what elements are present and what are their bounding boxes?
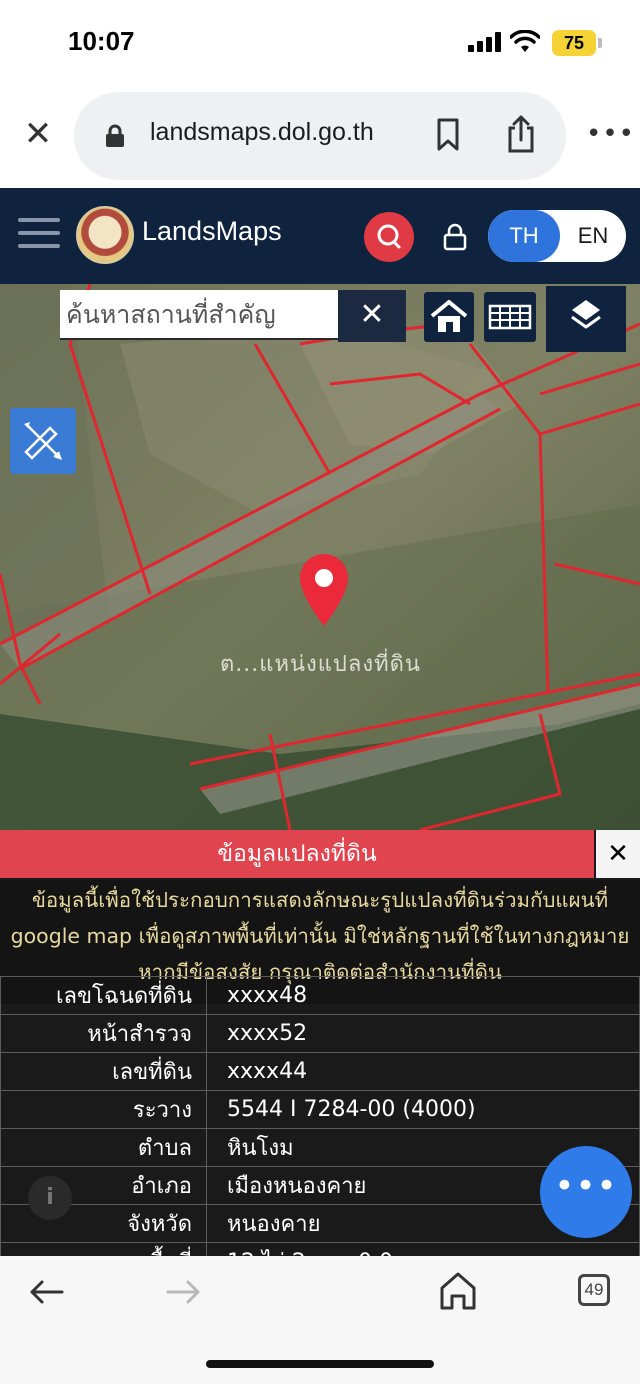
- info-icon[interactable]: i: [28, 1176, 72, 1220]
- row-value: 5544 I 7284-00 (4000): [206, 1090, 640, 1129]
- back-arrow-icon[interactable]: [26, 1276, 66, 1308]
- layers-icon: [571, 300, 601, 329]
- home-icon[interactable]: [438, 1270, 478, 1312]
- tabs-count-button[interactable]: 49: [578, 1274, 610, 1306]
- lang-th-option[interactable]: TH: [488, 210, 560, 262]
- panel-title: ข้อมูลแปลงที่ดิน: [0, 830, 594, 878]
- table-row: ตำบล หินโงม: [0, 1128, 640, 1167]
- menu-icon[interactable]: [18, 218, 60, 250]
- forward-arrow-icon[interactable]: [164, 1276, 204, 1308]
- wifi-icon: [510, 30, 540, 52]
- battery-tip: [598, 38, 602, 48]
- brand-name: LandsMaps: [142, 216, 282, 246]
- place-search-box[interactable]: [60, 290, 338, 340]
- table-row: เลขโฉนดที่ดิน xxxx48: [0, 976, 640, 1015]
- language-toggle[interactable]: TH EN: [488, 210, 626, 262]
- drawing-tool-button[interactable]: [10, 408, 76, 474]
- padlock-icon[interactable]: [442, 222, 468, 252]
- home-icon: [430, 300, 468, 332]
- app-header: LandsMaps TH EN: [0, 188, 640, 284]
- battery-indicator: 75: [552, 30, 596, 56]
- row-label: ตำบล: [0, 1128, 207, 1167]
- address-bar[interactable]: landsmaps.dol.go.th: [74, 92, 566, 180]
- search-icon: [377, 224, 401, 249]
- row-value: xxxx52: [206, 1014, 640, 1053]
- place-search-input[interactable]: [60, 290, 338, 338]
- more-options-icon[interactable]: •••: [586, 116, 634, 152]
- row-value: xxxx48: [206, 976, 640, 1015]
- home-button[interactable]: [424, 292, 474, 342]
- signal-icon: [468, 32, 502, 52]
- table-row: ระวาง 5544 I 7284-00 (4000): [0, 1090, 640, 1129]
- row-label: หน้าสำรวจ: [0, 1014, 207, 1053]
- pin-label: ต...แหน่งแปลงที่ดิน: [220, 652, 421, 677]
- clear-search-button[interactable]: ✕: [338, 290, 406, 342]
- table-row: เลขที่ดิน xxxx44: [0, 1052, 640, 1091]
- parcel-info-table: เลขโฉนดที่ดิน xxxx48 หน้าสำรวจ xxxx52 เลขท…: [0, 976, 640, 1256]
- table-row: หน้าสำรวจ xxxx52: [0, 1014, 640, 1053]
- ruler-pencil-icon: [24, 422, 62, 460]
- dol-seal-logo: [76, 206, 134, 264]
- share-icon[interactable]: [506, 114, 536, 154]
- row-label: เนื้อที่: [0, 1242, 207, 1256]
- url-text: landsmaps.dol.go.th: [150, 118, 374, 146]
- grid-icon: [488, 304, 532, 330]
- grid-button[interactable]: [484, 292, 536, 342]
- row-label: เลขที่ดิน: [0, 1052, 207, 1091]
- search-button[interactable]: [364, 212, 414, 262]
- status-bar: 10:07 75: [0, 0, 640, 86]
- status-time: 10:07: [68, 26, 135, 56]
- layers-button[interactable]: [546, 286, 626, 352]
- lock-icon: [106, 124, 124, 147]
- close-tab-icon[interactable]: ✕: [20, 116, 56, 152]
- row-label: เลขโฉนดที่ดิน: [0, 976, 207, 1015]
- bookmark-icon[interactable]: [436, 118, 460, 152]
- browser-bottom-bar: 49: [0, 1256, 640, 1384]
- row-value: xxxx44: [206, 1052, 640, 1091]
- browser-toolbar: ✕ landsmaps.dol.go.th •••: [0, 86, 640, 188]
- panel-close-button[interactable]: ✕: [596, 830, 640, 878]
- row-label: ระวาง: [0, 1090, 207, 1129]
- home-indicator: [206, 1360, 434, 1368]
- more-actions-button[interactable]: •••: [540, 1146, 632, 1238]
- satellite-map[interactable]: ✕ ต...แหน่งแปลงที่ดิน: [0, 284, 640, 830]
- lang-en-option[interactable]: EN: [560, 210, 626, 262]
- table-row: เนื้อที่12 ไร่ 2 งาน 0.0 ตารางวา: [0, 1242, 640, 1256]
- row-value: 12 ไร่ 2 งาน 0.0 ตารางวา: [206, 1242, 640, 1256]
- location-pin-icon[interactable]: [294, 550, 354, 630]
